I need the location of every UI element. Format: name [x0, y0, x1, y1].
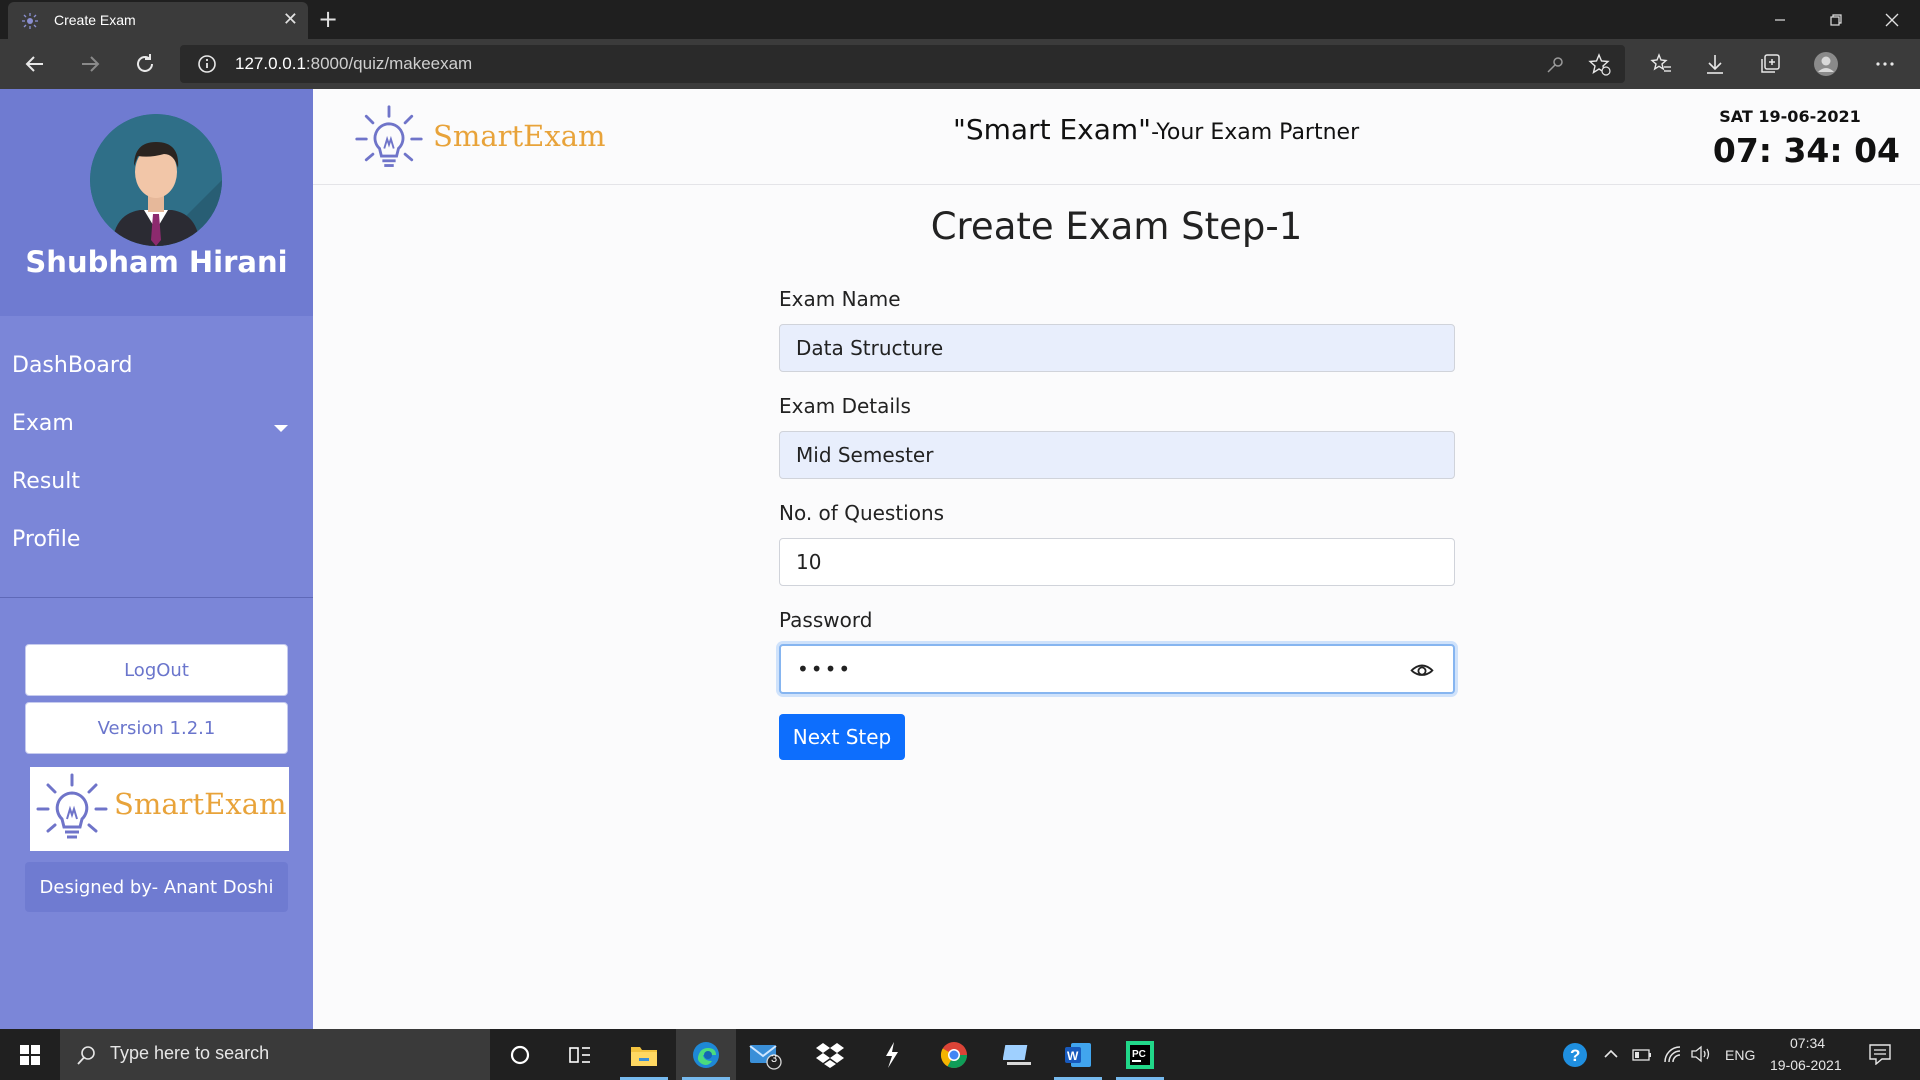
caret-down-icon[interactable]: [274, 425, 288, 432]
taskbar-search-box[interactable]: Type here to search: [60, 1029, 490, 1080]
tab-title: Create Exam: [54, 12, 136, 28]
page-header: SmartExam "Smart Exam"-Your Exam Partner…: [313, 89, 1920, 185]
windows-start-icon[interactable]: [0, 1029, 60, 1080]
exam-name-input[interactable]: Data Structure: [779, 324, 1455, 372]
restore-icon[interactable]: [1808, 0, 1864, 39]
svg-text:PC: PC: [1132, 1049, 1146, 1060]
taskbar-search-placeholder: Type here to search: [110, 1043, 270, 1063]
downloads-icon[interactable]: [1702, 51, 1728, 77]
header-logo-text: SmartExam: [433, 119, 606, 153]
tagline-main: "Smart Exam": [953, 113, 1152, 146]
exam-details-value: Mid Semester: [796, 443, 934, 467]
password-label: Password: [779, 608, 873, 632]
chrome-icon[interactable]: [924, 1029, 984, 1080]
sidebar-item-dashboard[interactable]: DashBoard: [12, 353, 132, 378]
svg-text:W: W: [1067, 1049, 1079, 1063]
add-favorite-icon[interactable]: [1588, 53, 1612, 77]
svg-text:?: ?: [1570, 1046, 1580, 1065]
main-content: Create Exam Step-1 Exam Name Data Struct…: [313, 185, 1920, 1029]
page-title: Create Exam Step-1: [930, 205, 1303, 248]
password-input[interactable]: ••••: [779, 644, 1455, 694]
exam-details-input[interactable]: Mid Semester: [779, 431, 1455, 479]
sidebar-item-profile[interactable]: Profile: [12, 527, 80, 552]
wifi-icon[interactable]: [1662, 1044, 1682, 1068]
url-text: 127.0.0.1:8000/quiz/makeexam: [235, 54, 473, 73]
sidebar-item-result[interactable]: Result: [12, 469, 80, 494]
refresh-icon[interactable]: [132, 51, 158, 77]
user-name: Shubham Hirani: [25, 245, 288, 279]
header-logo[interactable]: SmartExam: [343, 95, 606, 179]
profile-block: Shubham Hirani: [0, 89, 313, 316]
exam-name-label: Exam Name: [779, 287, 901, 311]
tab-favicon-icon: [22, 13, 38, 29]
task-view-icon[interactable]: [550, 1029, 610, 1080]
tab-close-icon[interactable]: ✕: [283, 10, 298, 30]
mail-badge: 3: [771, 1053, 778, 1065]
help-icon[interactable]: ?: [1562, 1042, 1588, 1072]
questions-value: 10: [796, 550, 822, 574]
browser-tab-bar: Create Exam ✕ +: [0, 0, 1920, 39]
minimize-icon[interactable]: [1752, 0, 1808, 39]
password-value: ••••: [797, 657, 853, 681]
profile-avatar-icon[interactable]: [1813, 51, 1839, 77]
back-icon[interactable]: [22, 51, 48, 77]
browser-tab[interactable]: Create Exam ✕: [8, 2, 308, 39]
lightbulb-icon: [355, 105, 423, 167]
clock-time: 07: 34: 04: [1712, 131, 1900, 170]
forward-icon[interactable]: [77, 51, 103, 77]
sidebar-item-exam[interactable]: Exam: [12, 411, 74, 436]
site-tagline: "Smart Exam"-Your Exam Partner: [953, 113, 1359, 146]
questions-label: No. of Questions: [779, 501, 945, 525]
collections-icon[interactable]: [1757, 51, 1783, 77]
lightbulb-icon: [36, 773, 108, 839]
browser-toolbar: 127.0.0.1:8000/quiz/makeexam: [0, 39, 1920, 89]
taskbar-clock-time[interactable]: 07:34: [1790, 1035, 1825, 1051]
avatar: [90, 114, 222, 246]
sidebar-logo: SmartExam: [30, 767, 289, 851]
remote-desktop-icon[interactable]: [988, 1029, 1048, 1080]
taskbar-clock-date[interactable]: 19-06-2021: [1770, 1057, 1842, 1073]
exam-name-value: Data Structure: [796, 336, 944, 360]
search-icon: [77, 1046, 95, 1065]
password-key-icon[interactable]: [1545, 55, 1565, 75]
questions-input[interactable]: 10: [779, 538, 1455, 586]
tray-chevron-up-icon[interactable]: [1603, 1046, 1619, 1066]
battery-icon[interactable]: [1632, 1047, 1652, 1066]
cortana-icon[interactable]: [490, 1029, 550, 1080]
clock-date: SAT 19-06-2021: [1719, 107, 1861, 126]
new-tab-icon[interactable]: +: [318, 6, 338, 32]
language-indicator[interactable]: ENG: [1725, 1047, 1755, 1063]
tagline-sub: -Your Exam Partner: [1151, 120, 1360, 145]
site-info-icon[interactable]: [197, 54, 217, 74]
next-step-button[interactable]: Next Step: [779, 714, 905, 760]
version-button[interactable]: Version 1.2.1: [25, 702, 288, 754]
action-center-icon[interactable]: [1868, 1043, 1892, 1069]
sidebar: Shubham Hirani DashBoard Exam Result Pro…: [0, 89, 313, 1029]
designed-by-label: Designed by- Anant Doshi: [25, 862, 288, 912]
mail-icon[interactable]: 3: [736, 1029, 796, 1080]
file-explorer-icon[interactable]: [614, 1029, 674, 1080]
word-icon[interactable]: W: [1048, 1029, 1108, 1080]
exam-details-label: Exam Details: [779, 394, 911, 418]
favorites-icon[interactable]: [1648, 51, 1674, 77]
logout-button[interactable]: LogOut: [25, 644, 288, 696]
sidebar-divider: [0, 597, 313, 598]
sidebar-logo-text: SmartExam: [114, 787, 287, 821]
dropbox-icon[interactable]: [800, 1029, 860, 1080]
eye-icon[interactable]: [1409, 660, 1435, 680]
window-close-icon[interactable]: [1864, 0, 1920, 39]
more-options-icon[interactable]: [1872, 51, 1898, 77]
address-bar[interactable]: 127.0.0.1:8000/quiz/makeexam: [180, 45, 1625, 83]
app-bolt-icon[interactable]: [862, 1029, 922, 1080]
windows-taskbar: Type here to search 3 W PC ? ENG 07:34 1…: [0, 1029, 1920, 1080]
edge-browser-icon[interactable]: [676, 1029, 736, 1080]
pycharm-icon[interactable]: PC: [1110, 1029, 1170, 1080]
volume-icon[interactable]: [1690, 1044, 1712, 1068]
